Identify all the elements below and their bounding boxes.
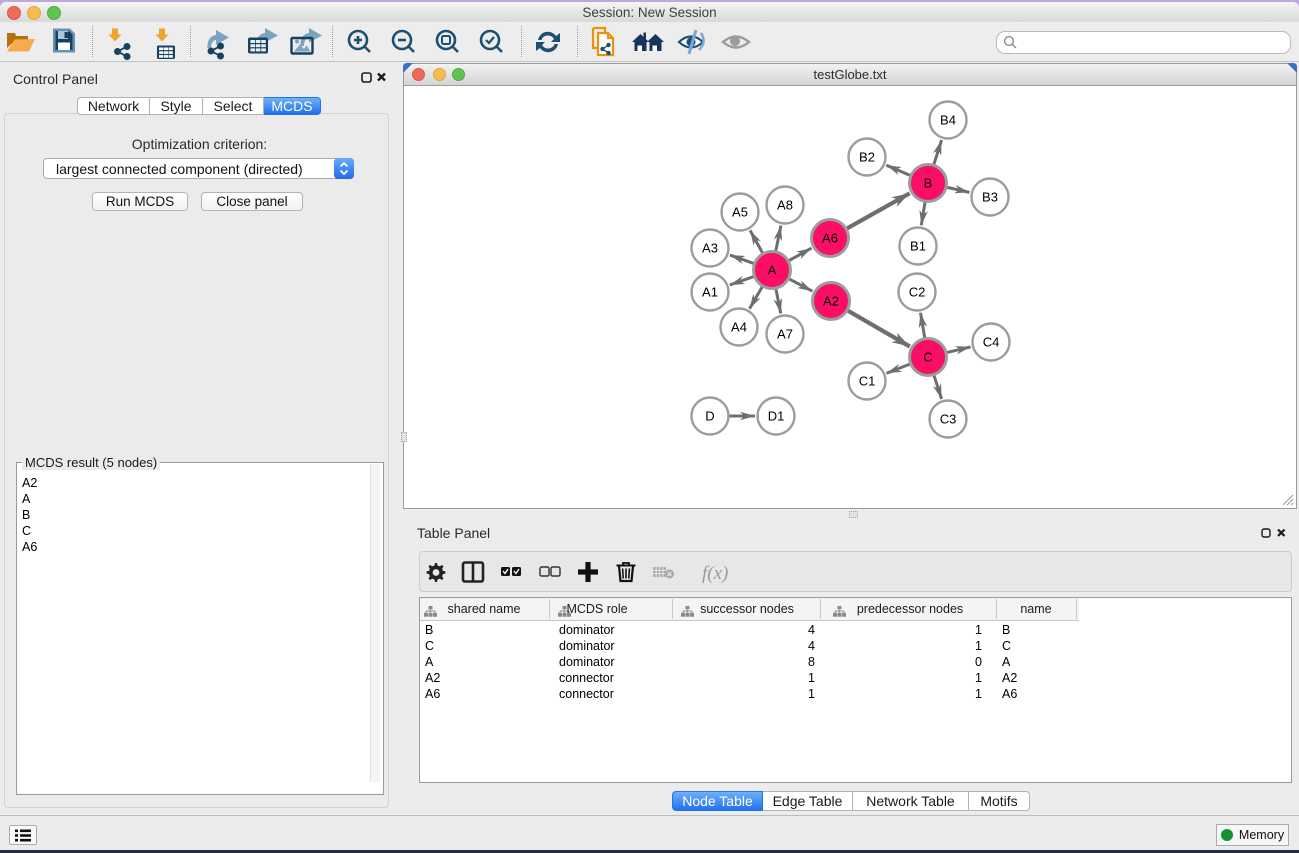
svg-text:C2: C2 — [909, 285, 926, 300]
svg-text:C4: C4 — [983, 335, 1000, 350]
svg-text:B3: B3 — [982, 190, 998, 205]
svg-text:A8: A8 — [777, 198, 793, 213]
svg-text:A6: A6 — [822, 231, 838, 246]
svg-text:A7: A7 — [777, 327, 793, 342]
svg-text:A2: A2 — [823, 294, 839, 309]
svg-text:B: B — [924, 176, 933, 191]
svg-text:A5: A5 — [732, 205, 748, 220]
svg-text:f(x): f(x) — [702, 563, 728, 584]
svg-text:A4: A4 — [731, 320, 747, 335]
svg-text:A3: A3 — [702, 241, 718, 256]
svg-text:C1: C1 — [859, 374, 876, 389]
svg-text:D: D — [705, 409, 714, 424]
svg-text:C3: C3 — [940, 412, 957, 427]
svg-text:C: C — [923, 350, 932, 365]
svg-text:B4: B4 — [940, 113, 956, 128]
svg-text:D1: D1 — [768, 409, 785, 424]
svg-text:A: A — [768, 263, 777, 278]
svg-text:A1: A1 — [702, 285, 718, 300]
svg-text:B2: B2 — [859, 150, 875, 165]
svg-text:B1: B1 — [910, 239, 926, 254]
